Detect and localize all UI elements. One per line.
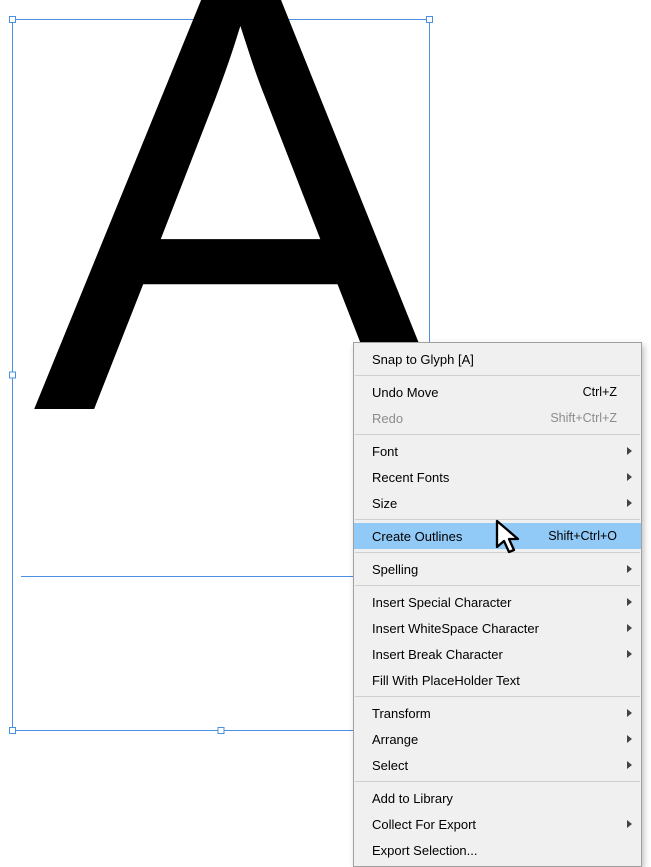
- handle-top[interactable]: [218, 16, 225, 23]
- menu-select[interactable]: Select: [354, 752, 641, 778]
- menu-spelling[interactable]: Spelling: [354, 556, 641, 582]
- menu-label: Size: [372, 496, 617, 511]
- menu-label: Undo Move: [372, 385, 583, 400]
- submenu-arrow-icon: [627, 473, 632, 481]
- menu-shortcut: Ctrl+Z: [583, 385, 617, 399]
- menu-size[interactable]: Size: [354, 490, 641, 516]
- menu-separator: [355, 519, 640, 520]
- menu-label: Insert WhiteSpace Character: [372, 621, 617, 636]
- context-menu: Snap to Glyph [A] Undo Move Ctrl+Z Redo …: [353, 342, 642, 867]
- menu-label: Collect For Export: [372, 817, 617, 832]
- menu-label: Fill With PlaceHolder Text: [372, 673, 617, 688]
- menu-redo: Redo Shift+Ctrl+Z: [354, 405, 641, 431]
- menu-label: Font: [372, 444, 617, 459]
- submenu-arrow-icon: [627, 820, 632, 828]
- menu-separator: [355, 781, 640, 782]
- menu-transform[interactable]: Transform: [354, 700, 641, 726]
- menu-label: Export Selection...: [372, 843, 617, 858]
- menu-collect-for-export[interactable]: Collect For Export: [354, 811, 641, 837]
- menu-undo[interactable]: Undo Move Ctrl+Z: [354, 379, 641, 405]
- submenu-arrow-icon: [627, 709, 632, 717]
- handle-bottom[interactable]: [218, 727, 225, 734]
- menu-insert-break-character[interactable]: Insert Break Character: [354, 641, 641, 667]
- menu-label: Arrange: [372, 732, 617, 747]
- submenu-arrow-icon: [627, 565, 632, 573]
- menu-fill-with-placeholder-text[interactable]: Fill With PlaceHolder Text: [354, 667, 641, 693]
- menu-separator: [355, 696, 640, 697]
- menu-add-to-library[interactable]: Add to Library: [354, 785, 641, 811]
- menu-font[interactable]: Font: [354, 438, 641, 464]
- handle-top-left[interactable]: [9, 16, 16, 23]
- submenu-arrow-icon: [627, 447, 632, 455]
- menu-insert-special-character[interactable]: Insert Special Character: [354, 589, 641, 615]
- menu-label: Recent Fonts: [372, 470, 617, 485]
- submenu-arrow-icon: [627, 761, 632, 769]
- menu-export-selection[interactable]: Export Selection...: [354, 837, 641, 863]
- submenu-arrow-icon: [627, 650, 632, 658]
- menu-arrange[interactable]: Arrange: [354, 726, 641, 752]
- handle-bottom-left[interactable]: [9, 727, 16, 734]
- submenu-arrow-icon: [627, 624, 632, 632]
- handle-top-right[interactable]: [426, 16, 433, 23]
- menu-shortcut: Shift+Ctrl+Z: [550, 411, 617, 425]
- menu-separator: [355, 585, 640, 586]
- submenu-arrow-icon: [627, 735, 632, 743]
- menu-label: Redo: [372, 411, 550, 426]
- menu-separator: [355, 434, 640, 435]
- menu-create-outlines[interactable]: Create Outlines Shift+Ctrl+O: [354, 523, 641, 549]
- submenu-arrow-icon: [627, 499, 632, 507]
- menu-shortcut: Shift+Ctrl+O: [548, 529, 617, 543]
- menu-separator: [355, 552, 640, 553]
- submenu-arrow-icon: [627, 598, 632, 606]
- menu-label: Snap to Glyph [A]: [372, 352, 617, 367]
- menu-label: Insert Break Character: [372, 647, 617, 662]
- menu-label: Add to Library: [372, 791, 617, 806]
- menu-separator: [355, 375, 640, 376]
- menu-label: Transform: [372, 706, 617, 721]
- menu-label: Insert Special Character: [372, 595, 617, 610]
- menu-snap-to-glyph[interactable]: Snap to Glyph [A]: [354, 346, 641, 372]
- handle-left[interactable]: [9, 372, 16, 379]
- menu-recent-fonts[interactable]: Recent Fonts: [354, 464, 641, 490]
- menu-label: Create Outlines: [372, 529, 548, 544]
- menu-label: Select: [372, 758, 617, 773]
- menu-insert-whitespace-character[interactable]: Insert WhiteSpace Character: [354, 615, 641, 641]
- menu-label: Spelling: [372, 562, 617, 577]
